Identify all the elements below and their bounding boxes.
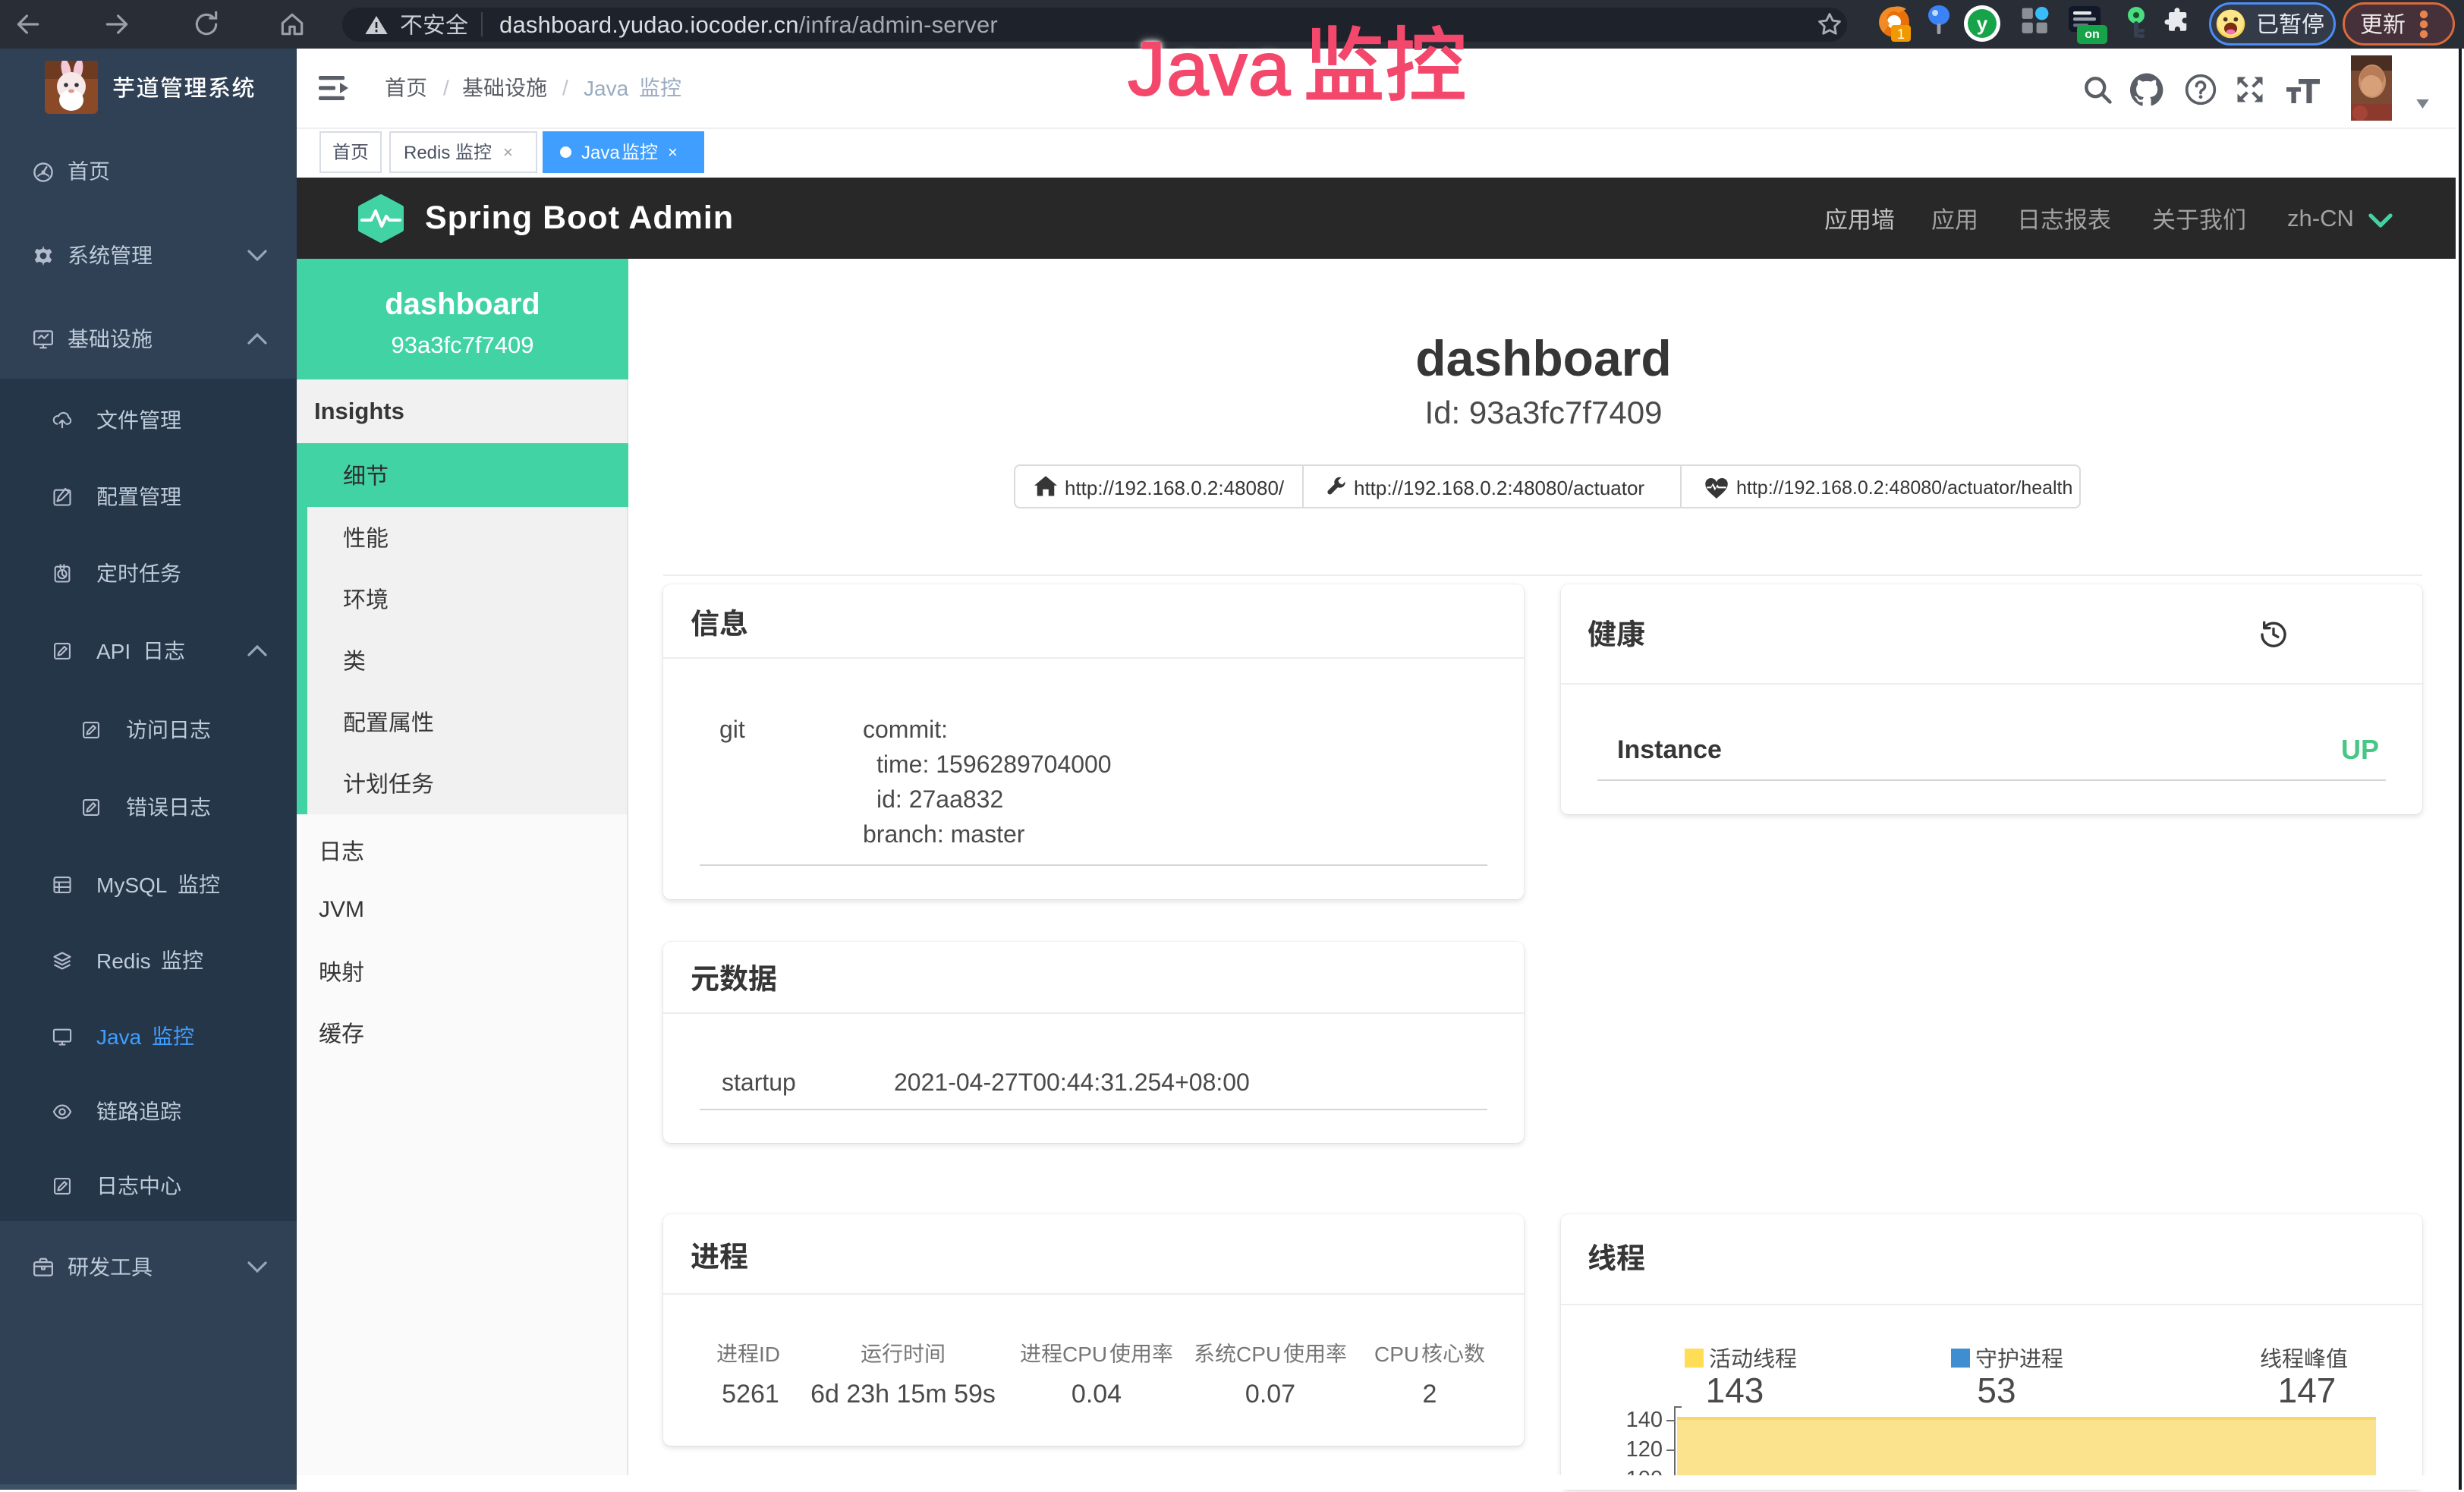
svg-text:y: y [1977,12,1988,35]
svg-text:1: 1 [1897,27,1905,42]
